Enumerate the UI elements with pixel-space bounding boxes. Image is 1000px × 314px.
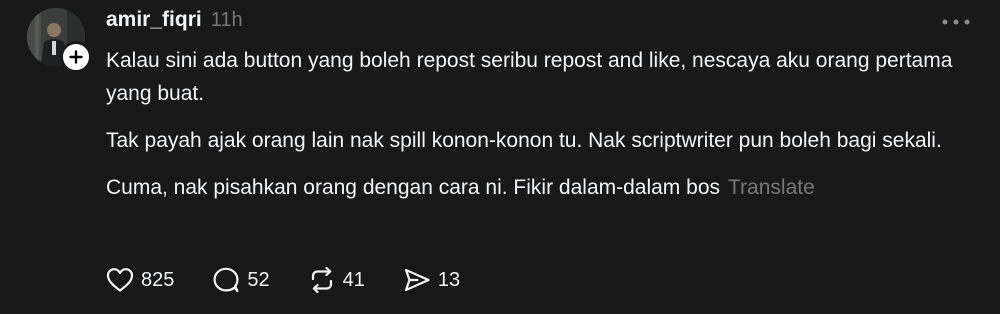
- translate-link[interactable]: Translate: [728, 176, 815, 199]
- author-username[interactable]: amir_fiqri: [106, 8, 202, 32]
- repost-count: 41: [342, 268, 365, 291]
- post-body: Kalau sini ada button yang boleh repost …: [106, 44, 966, 218]
- reply-count: 52: [247, 268, 270, 291]
- post-paragraph: Cuma, nak pisahkan orang dengan cara ni.…: [106, 176, 720, 199]
- share-button[interactable]: 13: [403, 267, 460, 293]
- post-paragraph-last: Cuma, nak pisahkan orang dengan cara ni.…: [106, 171, 966, 204]
- follow-button[interactable]: [60, 41, 92, 73]
- like-count: 825: [141, 268, 175, 291]
- more-dots-icon: [942, 19, 970, 25]
- more-options-button[interactable]: [938, 8, 974, 36]
- like-button[interactable]: 825: [106, 267, 174, 293]
- thread-post: amir_fiqri 11h Kalau sini ada button yan…: [0, 0, 1000, 314]
- plus-icon: [69, 50, 83, 64]
- share-count: 13: [437, 268, 461, 291]
- avatar-container[interactable]: [27, 8, 92, 73]
- repost-icon: [311, 267, 332, 293]
- heart-icon: [106, 268, 134, 292]
- action-bar: 825 52 41 13: [106, 265, 498, 295]
- comment-icon: [213, 267, 239, 293]
- post-header: amir_fiqri 11h: [106, 8, 243, 34]
- post-timestamp: 11h: [210, 9, 243, 31]
- reply-button[interactable]: 52: [212, 267, 270, 293]
- post-paragraph: Tak payah ajak orang lain nak spill kono…: [106, 129, 942, 152]
- repost-button[interactable]: 41: [308, 267, 365, 293]
- post-paragraph: Kalau sini ada button yang boleh repost …: [106, 49, 953, 105]
- send-icon: [404, 268, 430, 292]
